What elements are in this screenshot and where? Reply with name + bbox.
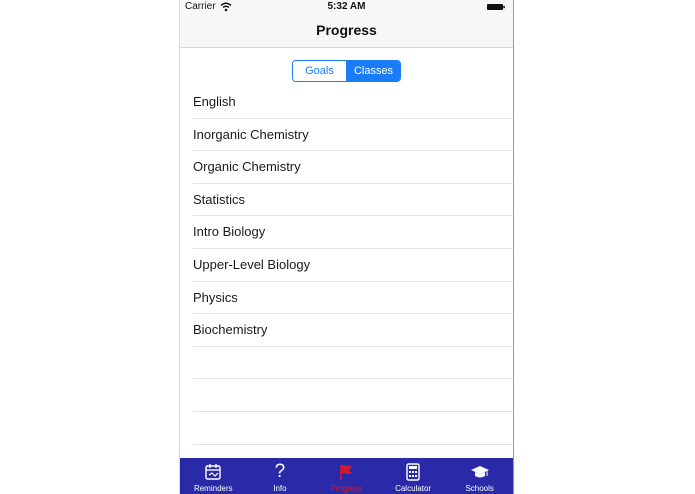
class-name: Intro Biology <box>193 224 266 240</box>
class-name: Statistics <box>193 191 246 207</box>
tab-label: Progress <box>330 484 363 493</box>
graduation-cap-icon <box>470 466 489 478</box>
page-title: Progress <box>316 22 377 38</box>
list-item[interactable]: Physics <box>193 282 513 315</box>
list-item[interactable]: Organic Chemistry <box>193 151 513 184</box>
calendar-icon <box>205 464 221 480</box>
tab-schools[interactable]: Schools <box>446 458 513 494</box>
class-name: English <box>193 94 236 109</box>
battery-icon <box>487 4 505 10</box>
phone-screen: Carrier 5:32 AM Progress Goals Classes E… <box>179 0 514 494</box>
empty-row <box>193 412 513 445</box>
empty-row <box>193 347 513 380</box>
list-item[interactable]: English <box>193 86 513 119</box>
classes-list: English Inorganic Chemistry Organic Chem… <box>180 86 513 445</box>
navigation-bar: Progress <box>180 14 513 48</box>
goals-classes-segmented-control: Goals Classes <box>292 60 401 82</box>
list-item[interactable]: Statistics <box>193 184 513 217</box>
tab-bar: Reminders ? Info Progress Calculator Sch… <box>180 458 513 494</box>
segment-goals[interactable]: Goals <box>293 61 347 81</box>
tab-calculator[interactable]: Calculator <box>380 458 447 494</box>
list-item[interactable]: Inorganic Chemistry <box>193 119 513 152</box>
tab-label: Reminders <box>193 484 233 493</box>
class-name: Upper-Level Biology <box>193 256 311 272</box>
segment-classes[interactable]: Classes <box>347 61 400 81</box>
flag-icon <box>340 465 353 480</box>
calculator-icon <box>406 463 420 481</box>
tab-label: Calculator <box>395 484 432 493</box>
status-bar: Carrier 5:32 AM <box>180 0 513 14</box>
tab-progress[interactable]: Progress <box>313 458 380 494</box>
class-name: Organic Chemistry <box>193 159 301 175</box>
question-mark-icon: ? <box>274 461 286 482</box>
status-time: 5:32 AM <box>327 1 366 12</box>
class-name: Biochemistry <box>193 322 268 338</box>
empty-row <box>193 379 513 412</box>
tab-info[interactable]: ? Info <box>247 458 314 494</box>
list-item[interactable]: Intro Biology <box>193 216 513 249</box>
class-name: Physics <box>193 289 238 305</box>
tab-reminders[interactable]: Reminders <box>180 458 247 494</box>
list-item[interactable]: Upper-Level Biology <box>193 249 513 282</box>
tab-label: Info <box>273 484 287 493</box>
class-name: Inorganic Chemistry <box>193 126 309 142</box>
tab-label: Schools <box>465 484 494 493</box>
list-item[interactable]: Biochemistry <box>193 314 513 347</box>
